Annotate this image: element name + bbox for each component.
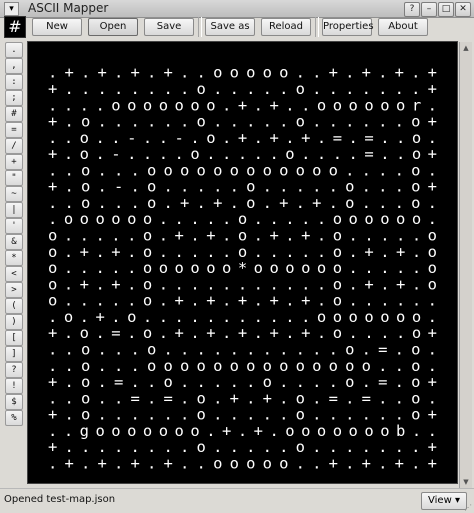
- window-title: ASCII Mapper: [28, 1, 109, 15]
- status-bar: Opened test-map.json View ▾ ⋰: [0, 488, 474, 513]
- palette-button[interactable]: ): [5, 314, 23, 330]
- view-menu-button[interactable]: View ▾: [421, 492, 467, 510]
- palette-button[interactable]: ': [5, 218, 23, 234]
- palette-button[interactable]: <: [5, 266, 23, 282]
- open-button[interactable]: Open: [88, 18, 138, 36]
- save-as-button[interactable]: Save as: [205, 18, 255, 36]
- toolbar-separator: [198, 17, 202, 37]
- palette-button[interactable]: ?: [5, 362, 23, 378]
- close-button[interactable]: ✕: [455, 2, 471, 17]
- ascii-map-canvas[interactable]: . + . + . + . + . . o o o o o . . + . + …: [27, 41, 458, 484]
- palette-button[interactable]: &: [5, 234, 23, 250]
- hash-glyph-button[interactable]: #: [4, 16, 26, 38]
- reload-button[interactable]: Reload: [261, 18, 311, 36]
- view-label: View: [428, 495, 452, 506]
- palette-button[interactable]: (: [5, 298, 23, 314]
- vertical-scrollbar[interactable]: ▲ ▼: [459, 42, 472, 490]
- palette-button[interactable]: *: [5, 250, 23, 266]
- window-menu-icon[interactable]: ▾: [4, 2, 19, 16]
- palette-button[interactable]: #: [5, 106, 23, 122]
- minimize-button[interactable]: –: [421, 2, 437, 17]
- palette-button[interactable]: ,: [5, 58, 23, 74]
- palette-button[interactable]: %: [5, 410, 23, 426]
- toolbar-separator: [315, 17, 319, 37]
- properties-button[interactable]: Properties: [322, 18, 374, 36]
- palette-button[interactable]: /: [5, 138, 23, 154]
- palette-button[interactable]: ;: [5, 90, 23, 106]
- help-window-button[interactable]: ?: [404, 2, 420, 17]
- palette-button[interactable]: :: [5, 74, 23, 90]
- palette-button[interactable]: ]: [5, 346, 23, 362]
- palette-button[interactable]: ~: [5, 186, 23, 202]
- palette-button[interactable]: |: [5, 202, 23, 218]
- about-button[interactable]: About: [378, 18, 428, 36]
- resize-grip-icon[interactable]: ⋰: [464, 503, 472, 512]
- status-message: Opened test-map.json: [4, 494, 116, 505]
- palette-button[interactable]: $: [5, 394, 23, 410]
- palette-button[interactable]: [: [5, 330, 23, 346]
- map-row: . + . + . + . + . . o o o o o . . + . + …: [48, 454, 437, 472]
- palette-button[interactable]: +: [5, 154, 23, 170]
- title-bar: ▾ ASCII Mapper ? – □ ✕: [0, 0, 474, 18]
- ascii-map-grid[interactable]: . + . + . + . + . . o o o o o . . + . + …: [28, 42, 457, 483]
- palette-button[interactable]: !: [5, 378, 23, 394]
- palette-button[interactable]: >: [5, 282, 23, 298]
- palette-button[interactable]: =: [5, 122, 23, 138]
- new-button[interactable]: New: [32, 18, 82, 36]
- scroll-down-icon[interactable]: ▼: [461, 478, 471, 488]
- palette-button[interactable]: .: [5, 42, 23, 58]
- save-button[interactable]: Save: [144, 18, 194, 36]
- maximize-button[interactable]: □: [438, 2, 454, 17]
- scroll-up-icon[interactable]: ▲: [461, 44, 471, 54]
- palette-button[interactable]: ": [5, 170, 23, 186]
